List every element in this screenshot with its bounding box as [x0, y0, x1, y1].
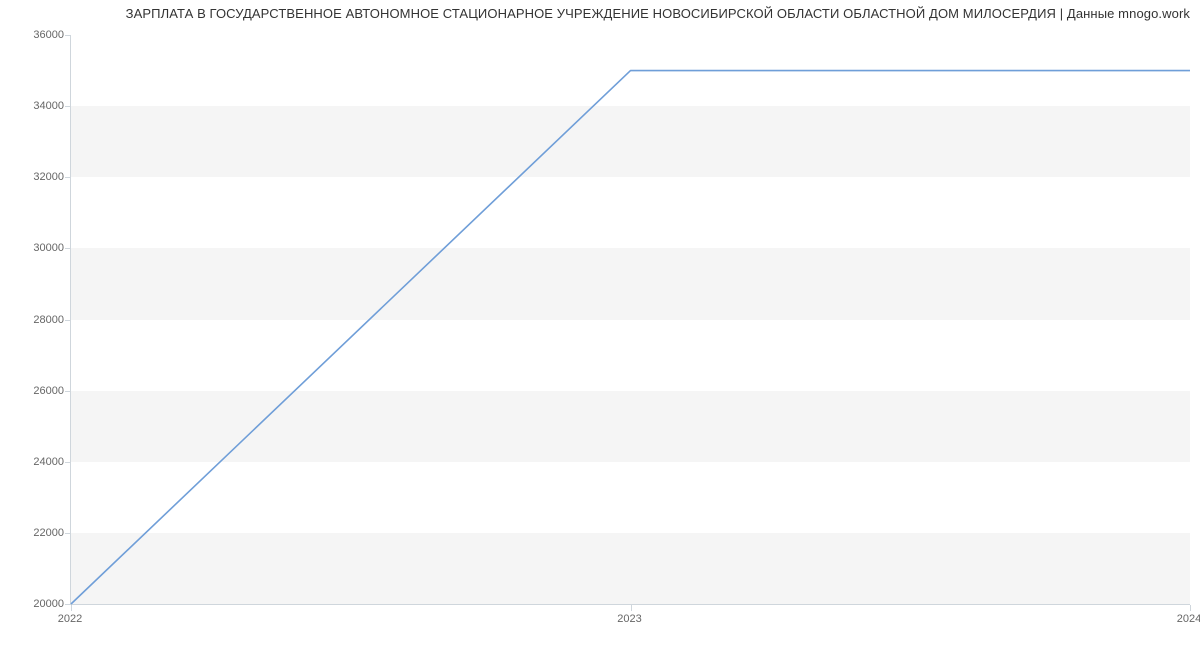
salary-line-chart: ЗАРПЛАТА В ГОСУДАРСТВЕННОЕ АВТОНОМНОЕ СТ…: [0, 0, 1200, 650]
y-tick: [65, 35, 71, 36]
plot-area: [70, 35, 1190, 605]
y-axis-label: 26000: [26, 385, 64, 397]
x-tick: [71, 605, 72, 611]
y-axis-label: 28000: [26, 314, 64, 326]
y-tick: [65, 248, 71, 249]
grid-band: [71, 248, 1190, 319]
x-axis-label: 2024: [1177, 613, 1200, 625]
y-tick: [65, 177, 71, 178]
y-tick: [65, 391, 71, 392]
y-tick: [65, 533, 71, 534]
x-tick: [631, 605, 632, 611]
x-tick: [1190, 605, 1191, 611]
y-axis-label: 22000: [26, 527, 64, 539]
chart-title: ЗАРПЛАТА В ГОСУДАРСТВЕННОЕ АВТОНОМНОЕ СТ…: [126, 6, 1190, 21]
y-tick: [65, 320, 71, 321]
x-axis-label: 2023: [617, 613, 641, 625]
y-axis-label: 34000: [26, 100, 64, 112]
y-tick: [65, 106, 71, 107]
y-tick: [65, 462, 71, 463]
y-axis-label: 24000: [26, 456, 64, 468]
grid-band: [71, 391, 1190, 462]
grid-band: [71, 533, 1190, 604]
y-axis-label: 20000: [26, 598, 64, 610]
y-axis-label: 30000: [26, 242, 64, 254]
y-axis-label: 32000: [26, 171, 64, 183]
grid-band: [71, 106, 1190, 177]
x-axis-label: 2022: [58, 613, 82, 625]
y-axis-label: 36000: [26, 29, 64, 41]
